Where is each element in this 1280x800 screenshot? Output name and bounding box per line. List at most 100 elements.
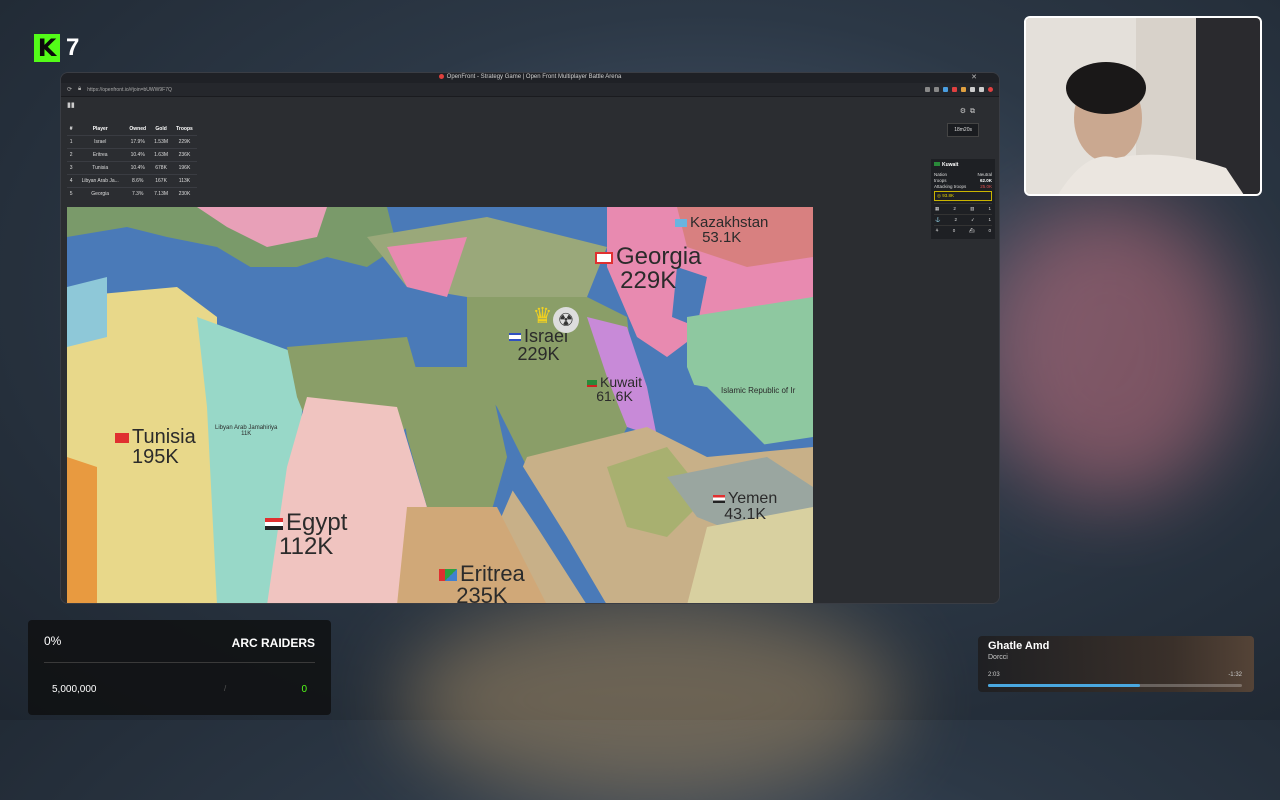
song-progress-bar (988, 684, 1242, 687)
profile-icon[interactable] (988, 87, 993, 92)
leaderboard: # Player Owned Gold Troops 1 Israel 17.9% 1… (67, 123, 197, 200)
city-icon: ▦ (935, 206, 940, 211)
troops-cell: 196K (171, 161, 197, 175)
reload-icon[interactable]: ⟳ (67, 86, 72, 93)
map-label-eritrea: Eritrea 235K (439, 563, 525, 603)
tab-title: OpenFront - Strategy Game | Open Front M… (446, 74, 622, 81)
column-header: # (69, 126, 73, 132)
table-row[interactable]: 3 Tunisia 10.4% 678K 196K (67, 161, 197, 175)
troops-cell: 236K (171, 148, 197, 162)
song-artist: Dorcci (988, 654, 1008, 661)
owned-cell: 7.3% (125, 187, 151, 200)
extension-icon[interactable] (943, 87, 948, 92)
troops-cell: 230K (171, 187, 197, 200)
yemen-flag-icon (713, 494, 725, 503)
song-progress-fill (988, 684, 1141, 687)
player-cell: Israel (75, 135, 126, 149)
player-cell: Tunisia (75, 161, 126, 175)
table-row[interactable]: 1 Israel 17.9% 1.53M 229K (67, 135, 197, 149)
favicon-icon (438, 74, 444, 79)
now-playing-widget: Ghatle Amd Dorcci 2:03 -1:32 (978, 636, 1254, 692)
settings-icons: ⚙⧉ (960, 107, 979, 116)
player-name: Kuwait (934, 162, 992, 168)
owned-cell: 10.4% (125, 161, 151, 175)
goal-current: 0 (301, 684, 307, 695)
gold-cell: 1.63M (150, 148, 172, 162)
extension-icon[interactable] (961, 87, 966, 92)
address-field[interactable]: https://openfront.io/#join=bUWW9F7Q (87, 87, 919, 93)
remaining-time: -1:32 (1228, 672, 1242, 678)
webcam-overlay (1024, 16, 1262, 196)
table-row[interactable]: 5 Georgia 7.3% 7.13M 230K (67, 187, 197, 200)
goal-progress-bar (44, 662, 315, 663)
info-row: troops 62.0K (934, 178, 992, 183)
table-row[interactable]: 2 Eritrea 10.4% 1.63M 236K (67, 148, 197, 162)
viewer-count: 7 (66, 34, 80, 61)
info-row: Attacking troops 25.0K (934, 184, 992, 189)
goal-title: ARC RAIDERS (231, 636, 315, 650)
table-row[interactable]: 4 Libyan Arab Ja... 8.6% 167K 113K (67, 174, 197, 188)
rank-cell: 1 (67, 135, 76, 149)
extensions-bar (925, 87, 993, 92)
goal-percent: 0% (44, 634, 62, 648)
georgia-flag-icon (595, 251, 613, 264)
egypt-flag-icon (265, 517, 283, 530)
eritrea-flag-icon (439, 569, 457, 582)
map-label-tunisia: Tunisia 195K (115, 427, 196, 467)
goal-target: 5,000,000 (52, 684, 97, 695)
column-header: Player (92, 126, 108, 132)
map-label-egypt: Egypt 112K (265, 511, 347, 559)
stream-logo: K 7 (34, 34, 79, 62)
map-label-kuwait: Kuwait 61.6K (587, 375, 642, 403)
action-row[interactable]: ▦ 2 ▥ 1 (934, 203, 992, 214)
rank-cell: 5 (67, 187, 76, 200)
map-label-kazakhstan: Kazakhstan 53.1K (675, 215, 768, 245)
window-close-icon[interactable]: ✕ (971, 73, 977, 81)
kazakhstan-flag-icon (675, 219, 687, 228)
game-timer: 18m20s (947, 123, 979, 137)
gear-icon[interactable]: ⚙ (960, 108, 970, 115)
action-row[interactable]: ⚘ 0 ⛴ 0 (934, 225, 992, 236)
background-blur (980, 200, 1240, 500)
extension-icon[interactable] (952, 87, 957, 92)
info-row: Nation Neutral (934, 172, 992, 177)
kick-logo-icon: K (34, 34, 60, 62)
sam-icon: ⚘ (935, 228, 940, 233)
column-header[interactable]: Owned (125, 123, 150, 136)
leaderboard-toggle-icon[interactable]: ▮▮ (67, 101, 75, 109)
title-bar: OpenFront - Strategy Game | Open Front M… (61, 73, 999, 83)
extension-icon[interactable] (970, 87, 975, 92)
webcam-feed (1026, 18, 1260, 194)
anchor-icon: ⚓ (935, 217, 941, 222)
ship-icon: ⛴ (969, 228, 975, 233)
missile-icon: ➶ (970, 217, 975, 222)
rank-cell: 4 (67, 174, 76, 188)
background-blur (400, 600, 900, 800)
extension-icon[interactable] (925, 87, 930, 92)
browser-window: OpenFront - Strategy Game | Open Front M… (60, 72, 1000, 604)
troops-cell: 229K (171, 135, 197, 149)
rank-cell: 3 (67, 161, 76, 175)
browser-tab[interactable]: OpenFront - Strategy Game | Open Front M… (61, 74, 999, 80)
troops-cell: 113K (171, 174, 197, 188)
map-label-yemen: Yemen 43.1K (713, 491, 777, 523)
map-label-georgia: Georgia 229K (595, 245, 701, 293)
game-map[interactable]: Kazakhstan 53.1K Georgia 229K ♛ Israel 229K… (67, 207, 813, 603)
column-header: Troops (176, 126, 193, 132)
elapsed-time: 2:03 (988, 672, 1000, 678)
player-cell: Eritrea (75, 148, 126, 162)
extension-icon[interactable] (979, 87, 984, 92)
kuwait-flag-icon (587, 379, 597, 387)
rank-cell: 2 (67, 148, 76, 162)
extension-icon[interactable] (934, 87, 939, 92)
map-label-iran: Islamic Republic of Ir (721, 386, 796, 395)
player-info-panel: Kuwait Nation Neutral troops 62.0K Attacki… (931, 159, 995, 239)
player-cell: Libyan Arab Ja... (75, 174, 126, 188)
gold-cell: 678K (150, 161, 172, 175)
goal-separator: / (224, 684, 227, 693)
fullscreen-icon[interactable]: ⧉ (970, 108, 979, 115)
kuwait-flag-icon (934, 162, 940, 166)
owned-cell: 17.9% (125, 135, 151, 149)
gold-cell: 1.53M (150, 135, 172, 149)
action-row[interactable]: ⚓ 2 ➶ 1 (934, 214, 992, 225)
